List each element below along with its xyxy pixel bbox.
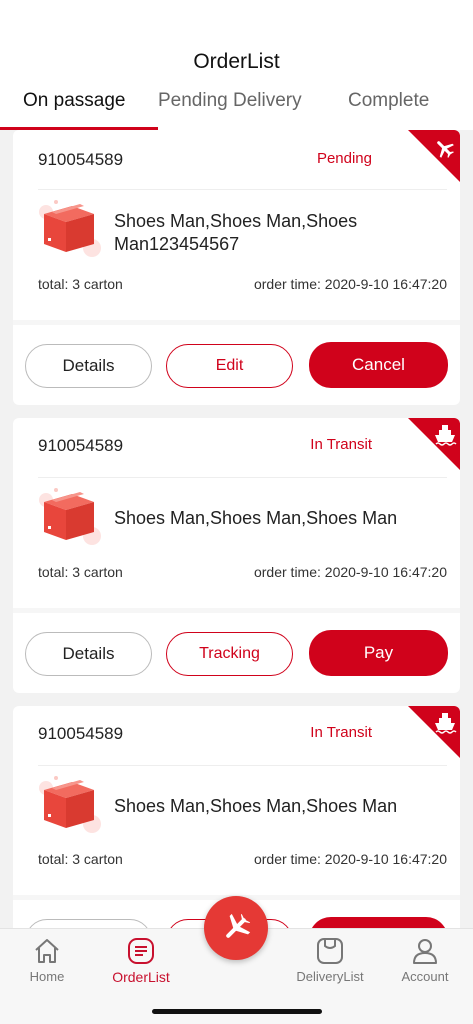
details-button[interactable]: Details [25,632,152,676]
product-name: Shoes Man,Shoes Man,Shoes Man123454567 [114,211,358,254]
total-cartons: total: 3 carton [38,851,123,867]
tabbar-label: Home [29,969,65,984]
tab-on-passage[interactable]: On passage [23,90,125,112]
order-list-icon [128,938,154,964]
page-title: OrderList [193,50,280,73]
package-box-icon [39,200,101,257]
total-cartons: total: 3 carton [38,564,123,580]
order-card: 910054589 Pending Shoes Man,Shoes Man,Sh… [13,130,460,405]
package-box-icon [39,488,101,545]
product-name: Shoes Man,Shoes Man,Shoes Man [114,796,398,816]
plane-icon [226,913,251,938]
product-name: Shoes Man,Shoes Man,Shoes Man [114,508,398,528]
home-indicator [152,1009,322,1014]
order-number: 910054589 [38,436,124,455]
package-box-icon [39,776,101,833]
status-badge: In Transit [310,724,372,741]
pay-button[interactable]: Pay [309,630,448,676]
tabbar-label: OrderList [112,969,170,985]
tab-complete[interactable]: Complete [348,90,429,112]
divider [38,765,447,766]
order-time: order time: 2020-9-10 16:47:20 [253,564,447,580]
divider [38,189,447,190]
home-icon [35,939,59,963]
plane-icon [408,130,460,182]
order-card: 910054589 In Transit Shoes Man,Shoes Man… [13,418,460,693]
order-number: 910054589 [38,724,124,743]
user-icon [413,939,437,964]
tabbar-deliverylist[interactable]: DeliveryList [290,937,370,984]
tabbar-orderlist[interactable]: OrderList [101,937,181,985]
tabbar-label: Account [401,969,449,984]
tabbar-label: DeliveryList [296,969,364,984]
section-separator [13,608,460,613]
status-badge: In Transit [310,436,372,453]
tabbar-account[interactable]: Account [385,937,465,984]
edit-button[interactable]: Edit [166,344,293,388]
cancel-button[interactable]: Cancel [309,342,448,388]
header: OrderList On passage Pending Delivery Co… [0,0,473,130]
order-time: order time: 2020-9-10 16:47:20 [253,851,447,867]
total-cartons: total: 3 carton [38,276,123,292]
divider [38,477,447,478]
details-button[interactable]: Details [25,344,152,388]
ship-icon [408,706,460,758]
order-time: order time: 2020-9-10 16:47:20 [253,276,447,292]
status-badge: Pending [316,150,372,167]
order-number: 910054589 [38,150,124,169]
delivery-box-icon [317,938,343,964]
tracking-button[interactable]: Tracking [166,632,293,676]
tab-pending-delivery[interactable]: Pending Delivery [158,90,316,112]
ship-icon [408,418,460,470]
section-separator [13,320,460,325]
tabbar-home[interactable]: Home [7,937,87,984]
quick-ship-button[interactable] [204,896,268,960]
